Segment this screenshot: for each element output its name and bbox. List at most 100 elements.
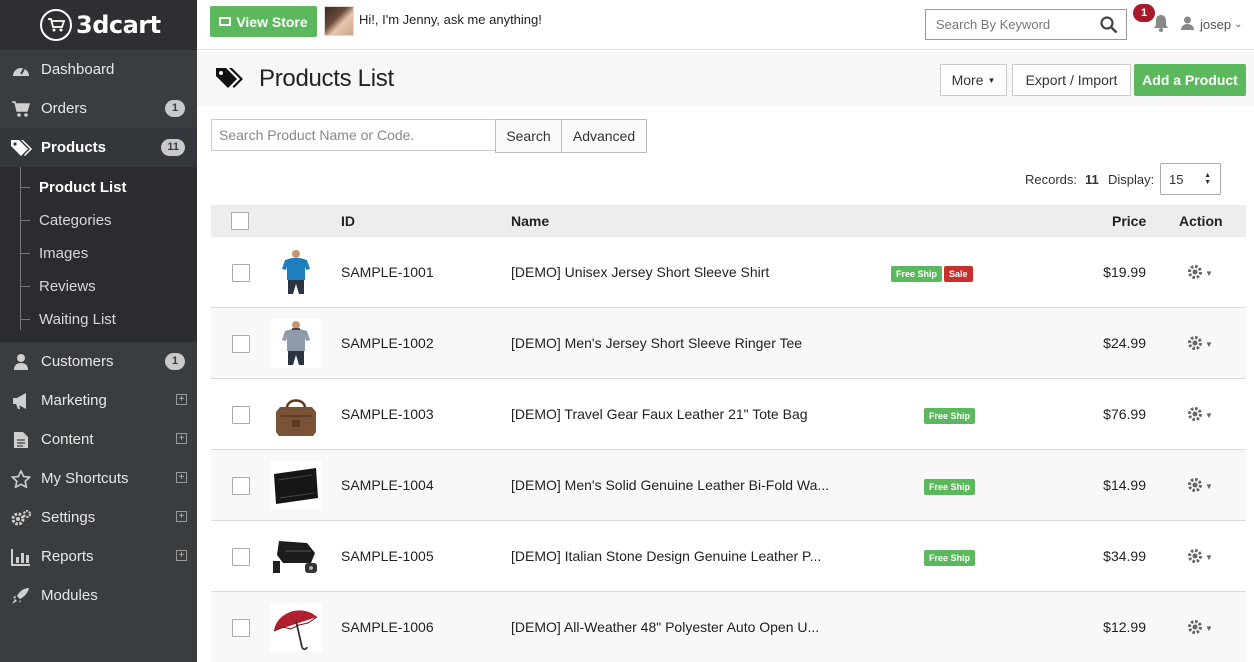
sidebar-item-label: Products: [41, 139, 107, 156]
sidebar-item-my-shortcuts[interactable]: My Shortcuts +: [0, 459, 197, 498]
sidebar-item-products[interactable]: Products 11: [0, 128, 197, 167]
logo-text: 3dcart: [76, 11, 161, 39]
subnav-item-reviews[interactable]: Reviews: [0, 270, 197, 303]
column-header-id: ID: [341, 213, 355, 229]
sidebar-item-marketing[interactable]: Marketing +: [0, 381, 197, 420]
column-header-name: Name: [511, 213, 550, 229]
sale-badge: Sale: [944, 266, 973, 282]
gear-icon: [1187, 619, 1203, 638]
free-ship-badge: Free Ship: [924, 550, 976, 566]
view-store-label: View Store: [236, 13, 308, 30]
product-thumbnail-grey-tee[interactable]: [270, 319, 322, 368]
table-row[interactable]: SAMPLE-1001 [DEMO] Unisex Jersey Short S…: [211, 237, 1246, 308]
expand-icon[interactable]: +: [176, 394, 187, 405]
row-checkbox[interactable]: [232, 548, 250, 566]
export-import-button[interactable]: Export / Import: [1012, 64, 1131, 96]
sidebar-item-settings[interactable]: Settings +: [0, 498, 197, 537]
product-id: SAMPLE-1003: [341, 406, 434, 422]
sidebar-item-modules[interactable]: Modules: [0, 576, 197, 615]
sidebar-item-label: Modules: [41, 587, 98, 604]
free-ship-badge: Free Ship: [891, 266, 943, 282]
column-header-price: Price: [1112, 213, 1147, 229]
row-checkbox[interactable]: [232, 477, 250, 495]
product-id: SAMPLE-1001: [341, 264, 434, 280]
keyword-search-input[interactable]: Search By Keyword: [925, 9, 1127, 40]
product-search-input[interactable]: Search Product Name or Code.: [211, 119, 496, 151]
subnav-item-images[interactable]: Images: [0, 237, 197, 270]
select-all-checkbox[interactable]: [231, 212, 249, 230]
sidebar-item-customers[interactable]: Customers 1: [0, 342, 197, 381]
expand-icon[interactable]: +: [176, 511, 187, 522]
sidebar-item-reports[interactable]: Reports +: [0, 537, 197, 576]
product-name[interactable]: [DEMO] Italian Stone Design Genuine Leat…: [511, 548, 821, 564]
product-thumbnail-tote-bag[interactable]: [270, 390, 322, 439]
row-actions-menu[interactable]: ▼: [1187, 548, 1213, 567]
table-row[interactable]: SAMPLE-1003 [DEMO] Travel Gear Faux Leat…: [211, 379, 1246, 450]
records-count: Records: 11: [1025, 172, 1099, 187]
chevron-down-icon: ⌄: [1234, 19, 1243, 30]
search-icon[interactable]: [1100, 16, 1118, 37]
expand-icon[interactable]: +: [176, 433, 187, 444]
user-icon: [1181, 16, 1194, 33]
product-thumbnail-wallet[interactable]: [270, 461, 322, 510]
select-arrows-icon: ▲ ▼: [1204, 172, 1211, 186]
view-store-button[interactable]: View Store: [210, 6, 317, 37]
row-actions-menu[interactable]: ▼: [1187, 406, 1213, 425]
display-value: 15: [1169, 171, 1184, 187]
records-label: Records:: [1025, 172, 1078, 187]
row-checkbox[interactable]: [232, 619, 250, 637]
gears-icon: [10, 508, 32, 528]
table-row[interactable]: SAMPLE-1006 [DEMO] All-Weather 48" Polye…: [211, 592, 1246, 662]
product-name[interactable]: [DEMO] Unisex Jersey Short Sleeve Shirt: [511, 264, 769, 280]
table-row[interactable]: SAMPLE-1005 [DEMO] Italian Stone Design …: [211, 521, 1246, 592]
bell-icon[interactable]: [1153, 14, 1169, 35]
products-table: ID Name Price Action SAMPLE-1001 [DEMO] …: [211, 205, 1246, 662]
gear-icon: [1187, 406, 1203, 425]
user-menu[interactable]: josep ⌄: [1181, 16, 1242, 33]
product-name[interactable]: [DEMO] Men's Jersey Short Sleeve Ringer …: [511, 335, 802, 351]
row-checkbox[interactable]: [232, 264, 250, 282]
sidebar-item-content[interactable]: Content +: [0, 420, 197, 459]
sidebar-item-label: Settings: [41, 509, 96, 526]
more-label: More: [951, 72, 984, 88]
product-name[interactable]: [DEMO] All-Weather 48" Polyester Auto Op…: [511, 619, 819, 635]
row-actions-menu[interactable]: ▼: [1187, 619, 1213, 638]
row-checkbox[interactable]: [232, 335, 250, 353]
cart-icon: [10, 99, 32, 119]
row-actions-menu[interactable]: ▼: [1187, 264, 1213, 283]
display-count-select[interactable]: 15 ▲ ▼: [1160, 163, 1221, 195]
product-thumbnail-blue-shirt[interactable]: [270, 248, 322, 297]
assistant-avatar[interactable]: [324, 6, 354, 36]
logo[interactable]: 3dcart: [0, 0, 197, 50]
row-actions-menu[interactable]: ▼: [1187, 335, 1213, 354]
row-actions-menu[interactable]: ▼: [1187, 477, 1213, 496]
subnav-item-waiting-list[interactable]: Waiting List: [0, 303, 197, 336]
advanced-search-button[interactable]: Advanced: [561, 119, 647, 153]
subnav-item-categories[interactable]: Categories: [0, 204, 197, 237]
expand-icon[interactable]: +: [176, 472, 187, 483]
product-id: SAMPLE-1006: [341, 619, 434, 635]
table-row[interactable]: SAMPLE-1004 [DEMO] Men's Solid Genuine L…: [211, 450, 1246, 521]
row-checkbox[interactable]: [232, 406, 250, 424]
add-product-button[interactable]: Add a Product: [1134, 64, 1246, 96]
caret-down-icon: ▼: [1205, 624, 1213, 633]
more-dropdown-button[interactable]: More ▼: [940, 64, 1007, 96]
product-price: $24.99: [1103, 335, 1146, 351]
product-thumbnail-umbrella[interactable]: [270, 603, 322, 652]
sidebar-item-dashboard[interactable]: Dashboard: [0, 50, 197, 89]
product-thumbnail-accessories[interactable]: [270, 532, 322, 581]
product-name[interactable]: [DEMO] Men's Solid Genuine Leather Bi-Fo…: [511, 477, 829, 493]
monitor-icon: [219, 17, 232, 26]
dashboard-icon: [10, 60, 32, 80]
star-icon: [10, 469, 32, 489]
subnav-item-product-list[interactable]: Product List: [0, 171, 197, 204]
search-button[interactable]: Search: [495, 119, 562, 153]
table-row[interactable]: SAMPLE-1002 [DEMO] Men's Jersey Short Sl…: [211, 308, 1246, 379]
page-title: Products List: [259, 65, 394, 92]
sidebar-item-label: Content: [41, 431, 94, 448]
sidebar-item-orders[interactable]: Orders 1: [0, 89, 197, 128]
assistant-prompt[interactable]: Hi!, I'm Jenny, ask me anything!: [359, 12, 542, 27]
expand-icon[interactable]: +: [176, 550, 187, 561]
gear-icon: [1187, 548, 1203, 567]
product-name[interactable]: [DEMO] Travel Gear Faux Leather 21" Tote…: [511, 406, 808, 422]
